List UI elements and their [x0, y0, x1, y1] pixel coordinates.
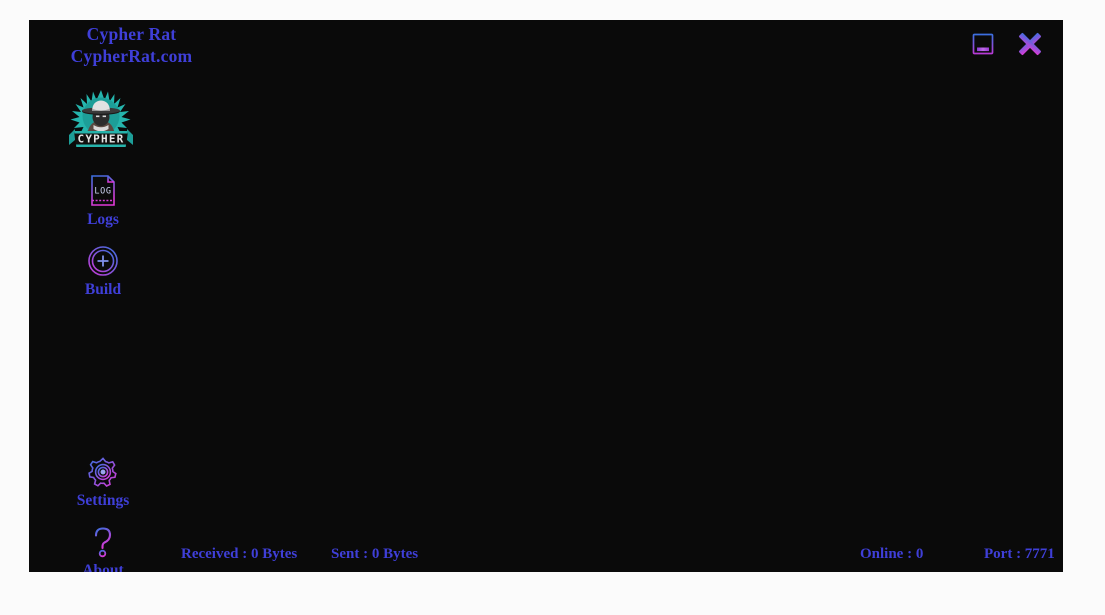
status-online-count: Online : 0	[860, 546, 924, 562]
log-document-icon: LOG	[85, 172, 121, 210]
status-bar: Received : 0 Bytes Sent : 0 Bytes Online…	[29, 538, 1063, 572]
main-content-area	[177, 78, 1063, 538]
close-x-icon	[1015, 29, 1045, 62]
app-branding: Cypher Rat CypherRat.com	[29, 23, 234, 67]
window-controls	[968, 30, 1045, 60]
app-title: Cypher Rat	[86, 24, 177, 44]
minimize-button[interactable]	[968, 30, 998, 60]
status-port: Port : 7771	[984, 546, 1055, 562]
sidebar-item-settings-label: Settings	[76, 492, 130, 509]
sidebar-item-settings[interactable]: Settings	[29, 453, 177, 510]
sidebar-item-build[interactable]: Build	[29, 242, 177, 299]
svg-text:LOG: LOG	[94, 187, 111, 197]
sidebar-item-logs-label: Logs	[87, 211, 119, 228]
cypher-rat-logo: CYPHER	[65, 88, 137, 152]
app-website: CypherRat.com	[70, 46, 193, 66]
sidebar: CYPHER LOG Logs Build Settings About	[29, 78, 177, 572]
sidebar-item-build-label: Build	[84, 281, 122, 298]
title-bar: Cypher Rat CypherRat.com	[29, 20, 1063, 80]
status-sent: Sent : 0 Bytes	[331, 546, 419, 562]
sidebar-item-logs[interactable]: LOG Logs	[29, 172, 177, 229]
close-button[interactable]	[1015, 30, 1045, 60]
gear-icon	[85, 453, 121, 491]
plus-circle-icon	[85, 242, 121, 280]
svg-text:CYPHER: CYPHER	[78, 133, 125, 146]
status-received: Received : 0 Bytes	[181, 546, 298, 562]
application-window: Cypher Rat CypherRat.com CYPHER LOG Logs…	[29, 20, 1063, 572]
minimize-icon	[970, 31, 996, 60]
